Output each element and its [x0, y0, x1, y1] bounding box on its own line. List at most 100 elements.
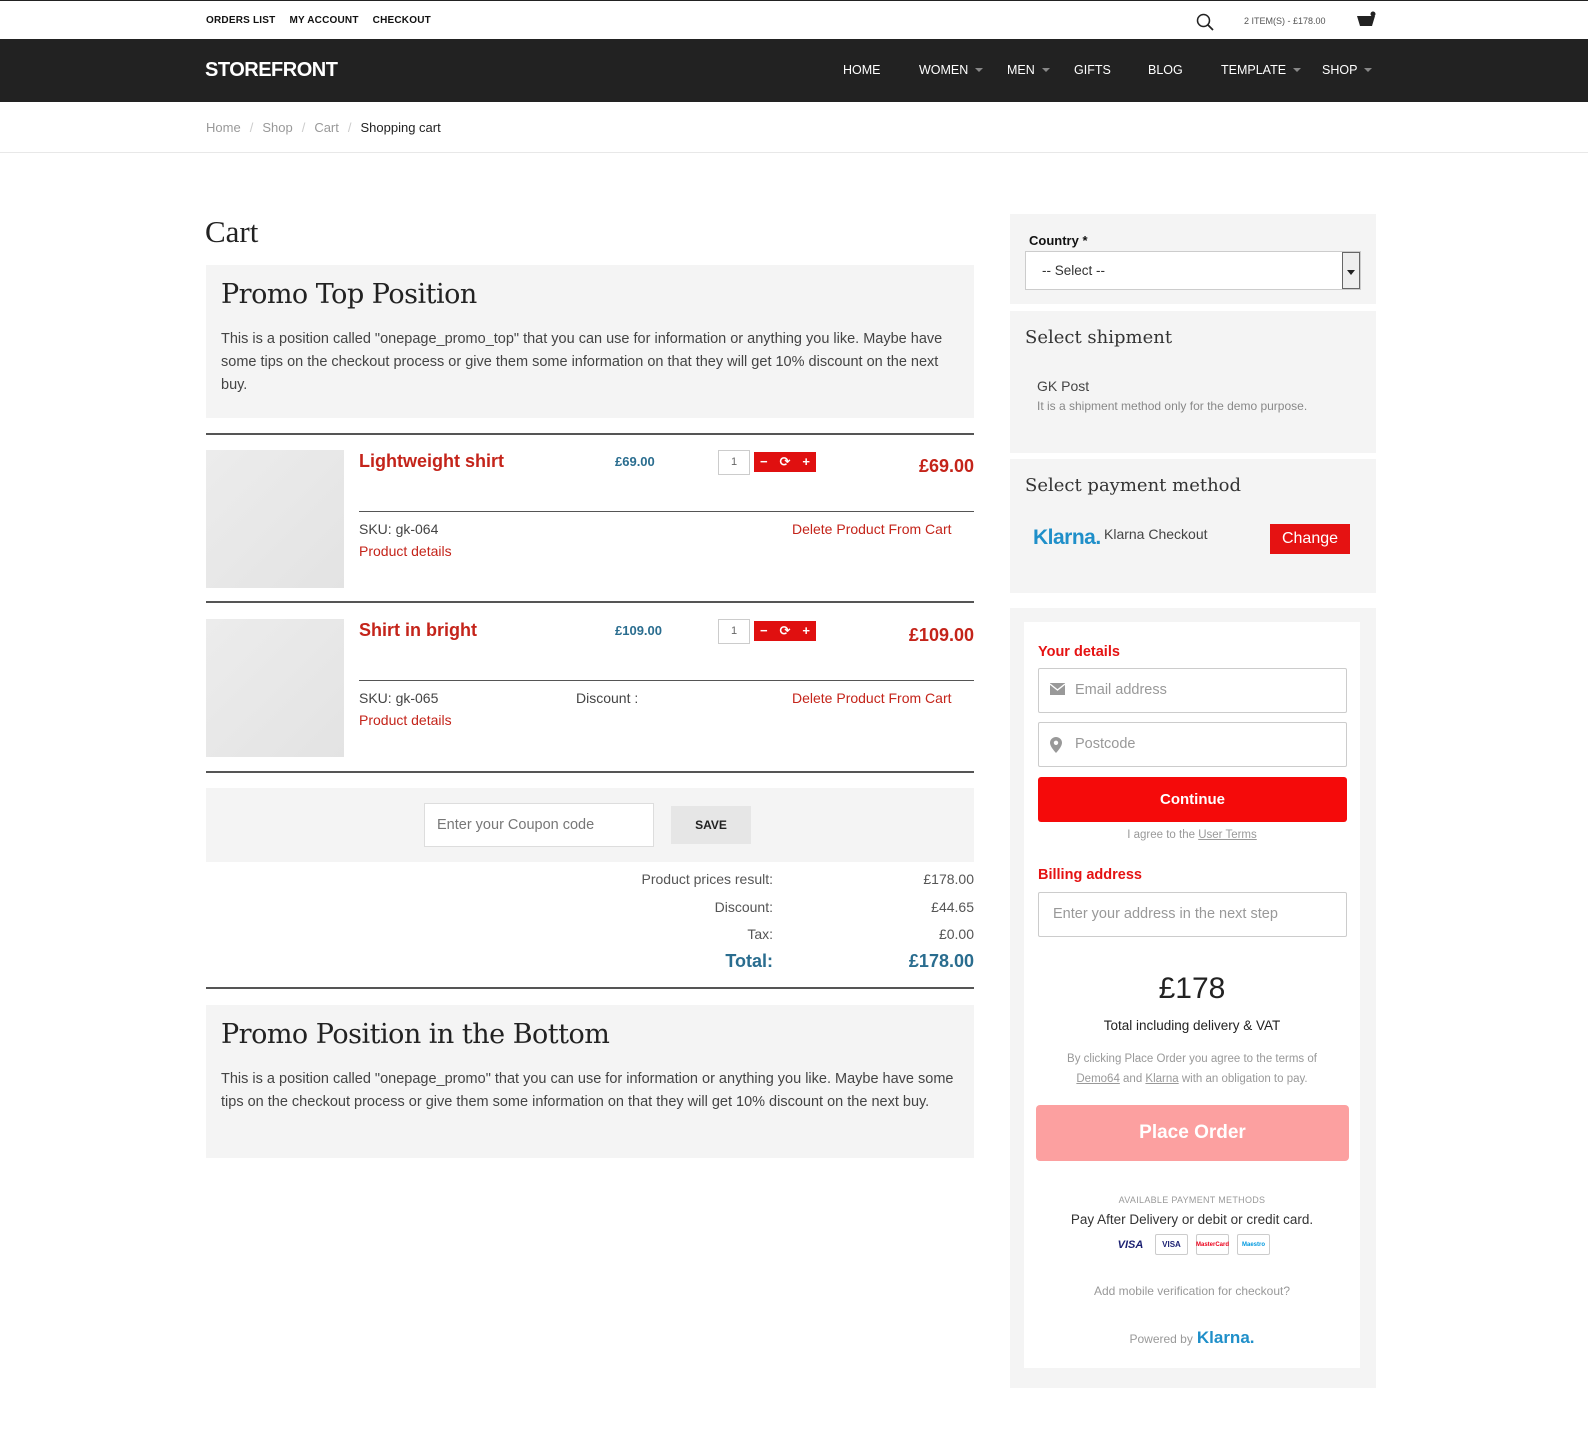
- chevron-down-icon: [1364, 68, 1373, 72]
- terms-prefix: I agree to the: [1127, 829, 1199, 841]
- billing-address-label: Billing address: [1038, 867, 1142, 883]
- quantity-buttons: − ⟳ +: [754, 621, 816, 641]
- location-pin-icon: [1050, 737, 1062, 753]
- envelope-icon: [1050, 683, 1065, 695]
- nav-label: HOME: [843, 63, 881, 77]
- nav-blog[interactable]: BLOG: [1148, 63, 1183, 77]
- terms-line-2: Demo64 and Klarna with an obligation to …: [1024, 1069, 1360, 1089]
- product-image[interactable]: [206, 450, 344, 588]
- nav-label: GIFTS: [1074, 63, 1111, 77]
- summary-discount-label: Discount:: [714, 899, 773, 915]
- nav-shop[interactable]: SHOP: [1322, 63, 1373, 77]
- nav-home[interactable]: HOME: [843, 63, 881, 77]
- delete-product-link[interactable]: Delete Product From Cart: [792, 521, 952, 537]
- my-account-link[interactable]: MY ACCOUNT: [289, 15, 358, 26]
- demo64-link[interactable]: Demo64: [1076, 1073, 1119, 1085]
- product-name[interactable]: Lightweight shirt: [359, 451, 504, 472]
- plus-icon[interactable]: +: [802, 621, 810, 641]
- promo-bottom-text: This is a position called "onepage_promo…: [221, 1071, 954, 1110]
- chevron-down-icon: [975, 68, 984, 72]
- powered-by-text: Powered by: [1129, 1332, 1193, 1346]
- email-field[interactable]: Email address: [1038, 668, 1347, 713]
- terms-line-1: By clicking Place Order you agree to the…: [1067, 1053, 1317, 1065]
- minus-icon[interactable]: −: [760, 452, 768, 472]
- breadcrumb-separator: /: [249, 120, 254, 135]
- search-icon[interactable]: [1196, 13, 1214, 31]
- basket-icon[interactable]: [1356, 11, 1376, 29]
- checkout-link[interactable]: CHECKOUT: [373, 15, 431, 26]
- breadcrumb-bar: Home / Shop / Cart / Shopping cart: [0, 102, 1588, 153]
- main-nav: STOREFRONT HOME WOMEN MEN GIFTS BLOG TEM…: [0, 39, 1588, 102]
- user-terms-link[interactable]: User Terms: [1198, 829, 1257, 841]
- product-image[interactable]: [206, 619, 344, 757]
- payment-panel: Select payment method Klarna. Klarna Che…: [1010, 459, 1376, 593]
- top-links: ORDERS LIST MY ACCOUNT CHECKOUT: [206, 15, 431, 26]
- product-details-link[interactable]: Product details: [359, 543, 452, 559]
- promo-bottom-title: Promo Position in the Bottom: [221, 1019, 610, 1050]
- breadcrumb-separator: /: [301, 120, 306, 135]
- product-price: £69.00: [615, 454, 655, 469]
- summary-tax-value: £0.00: [938, 926, 974, 942]
- dropdown-arrow-icon[interactable]: [1342, 252, 1360, 289]
- nav-label: SHOP: [1322, 63, 1358, 77]
- cart-summary[interactable]: 2 ITEM(S) - £178.00: [1244, 16, 1326, 26]
- refresh-icon[interactable]: ⟳: [780, 452, 791, 472]
- postcode-placeholder: Postcode: [1075, 736, 1136, 752]
- product-name[interactable]: Shirt in bright: [359, 620, 477, 641]
- shipment-panel: Select shipment GK Post It is a shipment…: [1010, 311, 1376, 453]
- divider: [359, 511, 974, 512]
- country-select[interactable]: -- Select --: [1025, 251, 1361, 290]
- chevron-down-icon: [1041, 68, 1050, 72]
- nav-template[interactable]: TEMPLATE: [1221, 63, 1302, 77]
- postcode-field[interactable]: Postcode: [1038, 722, 1347, 767]
- breadcrumb-cart[interactable]: Cart: [314, 120, 339, 135]
- promo-top-text: This is a position called "onepage_promo…: [221, 331, 943, 393]
- breadcrumb-shop[interactable]: Shop: [262, 120, 292, 135]
- shipment-description: It is a shipment method only for the dem…: [1037, 399, 1308, 413]
- maestro-icon: Maestro: [1237, 1234, 1270, 1255]
- klarna-terms-link[interactable]: Klarna: [1145, 1073, 1178, 1085]
- billing-address-field[interactable]: Enter your address in the next step: [1038, 892, 1347, 937]
- divider: [206, 433, 974, 435]
- mobile-verification-link[interactable]: Add mobile verification for checkout?: [1024, 1284, 1360, 1298]
- chevron-down-icon: [1293, 68, 1302, 72]
- product-details-link[interactable]: Product details: [359, 712, 452, 728]
- minus-icon[interactable]: −: [760, 621, 768, 641]
- plus-icon[interactable]: +: [802, 452, 810, 472]
- place-order-button[interactable]: Place Order: [1036, 1105, 1349, 1161]
- orders-list-link[interactable]: ORDERS LIST: [206, 15, 275, 26]
- product-price: £109.00: [615, 623, 662, 638]
- nav-gifts[interactable]: GIFTS: [1074, 63, 1111, 77]
- breadcrumb-home[interactable]: Home: [206, 120, 241, 135]
- summary-total-label: Total:: [725, 951, 773, 971]
- summary-prices-value: £178.00: [923, 871, 974, 887]
- nav-men[interactable]: MEN: [1007, 63, 1050, 77]
- visa-electron-icon: VISA: [1155, 1234, 1188, 1255]
- change-payment-button[interactable]: Change: [1270, 524, 1350, 554]
- quantity-input[interactable]: 1: [718, 450, 750, 475]
- coupon-section: Enter your Coupon code SAVE: [206, 788, 974, 862]
- powered-by: Powered by Klarna.: [1024, 1328, 1360, 1348]
- promo-top-title: Promo Top Position: [221, 279, 477, 310]
- coupon-input[interactable]: Enter your Coupon code: [424, 803, 654, 847]
- summary-prices-label: Product prices result:: [641, 871, 774, 887]
- nav-women[interactable]: WOMEN: [919, 63, 984, 77]
- mastercard-icon: MasterCard: [1196, 1234, 1229, 1255]
- payment-name: Klarna Checkout: [1104, 526, 1208, 542]
- klarna-logo: Klarna.: [1196, 1328, 1255, 1347]
- product-total: £109.00: [908, 625, 974, 645]
- country-selected-value: -- Select --: [1042, 263, 1106, 278]
- quantity-input[interactable]: 1: [718, 619, 750, 644]
- nav-label: TEMPLATE: [1221, 63, 1287, 77]
- delete-product-link[interactable]: Delete Product From Cart: [792, 690, 952, 706]
- page-title: Cart: [205, 214, 259, 249]
- continue-button[interactable]: Continue: [1038, 777, 1347, 822]
- coupon-save-button[interactable]: SAVE: [671, 806, 751, 844]
- refresh-icon[interactable]: ⟳: [780, 621, 791, 641]
- payment-heading: Select payment method: [1025, 475, 1242, 496]
- terms-line-2-text: with an obligation to pay.: [1178, 1073, 1308, 1085]
- store-logo[interactable]: STOREFRONT: [205, 59, 338, 82]
- divider: [359, 680, 974, 681]
- shipment-name[interactable]: GK Post: [1037, 378, 1089, 394]
- summary-total-value: £178.00: [908, 951, 974, 971]
